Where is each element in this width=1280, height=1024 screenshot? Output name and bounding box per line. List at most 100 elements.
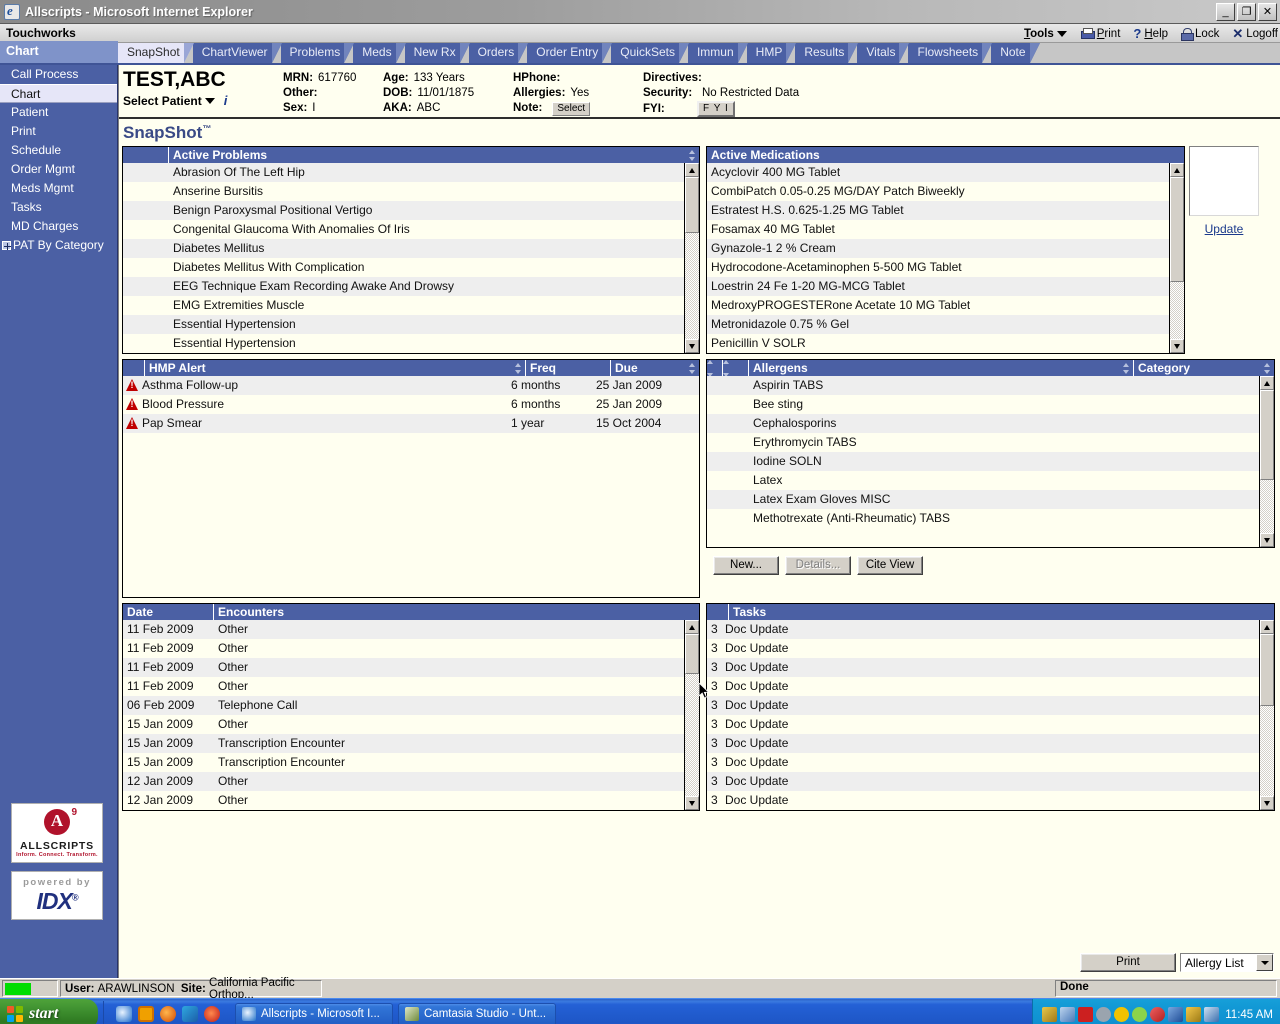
date-column-header[interactable]: Date	[123, 604, 214, 621]
scroll-up-icon[interactable]	[1260, 620, 1274, 634]
firefox-icon[interactable]	[160, 1006, 176, 1022]
hmp-alert-column-header[interactable]: HMP Alert	[145, 360, 526, 377]
table-row[interactable]: 3Doc Update	[707, 753, 1259, 772]
scroll-track[interactable]	[1260, 706, 1274, 796]
table-row[interactable]: Fosamax 40 MG Tablet	[707, 220, 1169, 239]
table-row[interactable]: Anserine Bursitis	[123, 182, 684, 201]
scroll-thumb[interactable]	[1260, 634, 1274, 706]
table-row[interactable]: Hydrocodone-Acetaminophen 5-500 MG Table…	[707, 258, 1169, 277]
clock[interactable]: 11:45 AM	[1225, 1009, 1273, 1021]
table-row[interactable]: Asthma Follow-up 6 months 25 Jan 2009	[123, 376, 699, 395]
start-button[interactable]: start	[0, 999, 98, 1024]
table-row[interactable]: Latex	[707, 471, 1259, 490]
sidebar-item-order-mgmt[interactable]: Order Mgmt	[0, 160, 117, 179]
help-action[interactable]: ? Help	[1133, 26, 1168, 41]
scroll-up-icon[interactable]	[685, 163, 699, 177]
tab-flowsheets[interactable]: Flowsheets	[908, 43, 982, 63]
tab-order-entry[interactable]: Order Entry	[527, 43, 602, 63]
internet-explorer-icon[interactable]	[116, 1006, 132, 1022]
table-row[interactable]: Diabetes Mellitus With Complication	[123, 258, 684, 277]
table-row[interactable]: Blood Pressure 6 months 25 Jan 2009	[123, 395, 699, 414]
table-row[interactable]: 3Doc Update	[707, 734, 1259, 753]
select-patient-button[interactable]: Select Patient i	[123, 93, 271, 108]
key-icon[interactable]	[1042, 1007, 1057, 1022]
table-row[interactable]: Gynazole-1 2 % Cream	[707, 239, 1169, 258]
sidebar-item-chart[interactable]: Chart	[0, 84, 117, 103]
sidebar-item-schedule[interactable]: Schedule	[0, 141, 117, 160]
sidebar-item-call-process[interactable]: Call Process	[0, 65, 117, 84]
sidebar-item-md-charges[interactable]: MD Charges	[0, 217, 117, 236]
scroll-up-icon[interactable]	[685, 620, 699, 634]
scroll-up-icon[interactable]	[1260, 376, 1274, 390]
usb-icon[interactable]	[1186, 1007, 1201, 1022]
scroll-thumb[interactable]	[685, 177, 699, 233]
table-row[interactable]: 12 Jan 2009Other	[123, 772, 684, 791]
table-row[interactable]: 11 Feb 2009Other	[123, 658, 684, 677]
table-row[interactable]: 06 Feb 2009Telephone Call	[123, 696, 684, 715]
tab-snapshot[interactable]: SnapShot	[118, 43, 184, 63]
table-row[interactable]: Methotrexate (Anti-Rheumatic) TABS	[707, 509, 1259, 528]
freq-column-header[interactable]: Freq	[526, 360, 611, 377]
scroll-thumb[interactable]	[685, 634, 699, 674]
allergens-flag-column-header[interactable]	[723, 360, 749, 377]
table-row[interactable]: MedroxyPROGESTERone Acetate 10 MG Tablet	[707, 296, 1169, 315]
display-icon[interactable]	[1096, 1007, 1111, 1022]
logoff-action[interactable]: ✕ Logoff	[1232, 26, 1278, 42]
sort-indicator-icon[interactable]	[689, 150, 696, 161]
tab-new-rx[interactable]: New Rx	[405, 43, 460, 63]
sort-indicator-icon[interactable]	[711, 363, 718, 374]
scroll-down-icon[interactable]	[1260, 796, 1274, 810]
media-player-icon[interactable]	[182, 1006, 198, 1022]
scroll-track[interactable]	[685, 233, 699, 339]
sidebar-item-pat-by-category[interactable]: PAT By Category	[0, 236, 117, 255]
table-row[interactable]: 3Doc Update	[707, 677, 1259, 696]
tab-immun[interactable]: Immun	[688, 43, 738, 63]
scroll-down-icon[interactable]	[1170, 339, 1184, 353]
note-select-button[interactable]: Select	[552, 102, 590, 116]
table-row[interactable]: Abrasion Of The Left Hip	[123, 163, 684, 182]
table-row[interactable]: Bee sting	[707, 395, 1259, 414]
due-column-header[interactable]: Due	[611, 360, 699, 377]
sidebar-item-meds-mgmt[interactable]: Meds Mgmt	[0, 179, 117, 198]
table-row[interactable]: 3Doc Update	[707, 696, 1259, 715]
table-row[interactable]: 3Doc Update	[707, 658, 1259, 677]
table-row[interactable]: 15 Jan 2009Transcription Encounter	[123, 734, 684, 753]
table-row[interactable]: CombiPatch 0.05-0.25 MG/DAY Patch Biweek…	[707, 182, 1169, 201]
table-row[interactable]: 3Doc Update	[707, 791, 1259, 810]
table-row[interactable]: 3Doc Update	[707, 715, 1259, 734]
tab-note[interactable]: Note	[991, 43, 1029, 63]
tab-results[interactable]: Results	[795, 43, 848, 63]
antivirus-icon[interactable]	[1204, 1007, 1219, 1022]
table-row[interactable]: Aspirin TABS	[707, 376, 1259, 395]
network-icon[interactable]	[1060, 1007, 1075, 1022]
table-row[interactable]: Metronidazole 0.75 % Gel	[707, 315, 1169, 334]
snowflake-icon[interactable]	[1114, 1007, 1129, 1022]
table-row[interactable]: 3Doc Update	[707, 772, 1259, 791]
cite-view-button[interactable]: Cite View	[857, 556, 923, 575]
sidebar-item-patient[interactable]: Patient	[0, 103, 117, 122]
scroll-thumb[interactable]	[1170, 177, 1184, 282]
active-problems-column-header[interactable]: Active Problems	[169, 147, 699, 164]
tab-problems[interactable]: Problems	[281, 43, 345, 63]
table-row[interactable]: Essential Hypertension	[123, 315, 684, 334]
table-row[interactable]: Iodine SOLN	[707, 452, 1259, 471]
scroll-track[interactable]	[1170, 282, 1184, 339]
table-row[interactable]: Cephalosporins	[707, 414, 1259, 433]
table-row[interactable]: 15 Jan 2009Transcription Encounter	[123, 753, 684, 772]
allergens-column-header[interactable]: Allergens	[749, 360, 1134, 377]
minimize-button[interactable]: _	[1216, 3, 1235, 21]
lock-action[interactable]: Lock	[1181, 28, 1219, 40]
scroll-up-icon[interactable]	[1170, 163, 1184, 177]
encounters-scrollbar[interactable]	[684, 620, 699, 810]
table-row[interactable]: Latex Exam Gloves MISC	[707, 490, 1259, 509]
taskbar-item-allscripts[interactable]: Allscripts - Microsoft I...	[235, 1003, 393, 1024]
table-row[interactable]: EMG Extremities Muscle	[123, 296, 684, 315]
table-row[interactable]: 11 Feb 2009Other	[123, 677, 684, 696]
table-row[interactable]: Benign Paroxysmal Positional Vertigo	[123, 201, 684, 220]
scroll-down-icon[interactable]	[685, 339, 699, 353]
tab-meds[interactable]: Meds	[353, 43, 395, 63]
print-action[interactable]: Print	[1080, 28, 1121, 40]
allergens-scrollbar[interactable]	[1259, 376, 1274, 547]
active-medications-scrollbar[interactable]	[1169, 163, 1184, 353]
scroll-track[interactable]	[685, 674, 699, 796]
